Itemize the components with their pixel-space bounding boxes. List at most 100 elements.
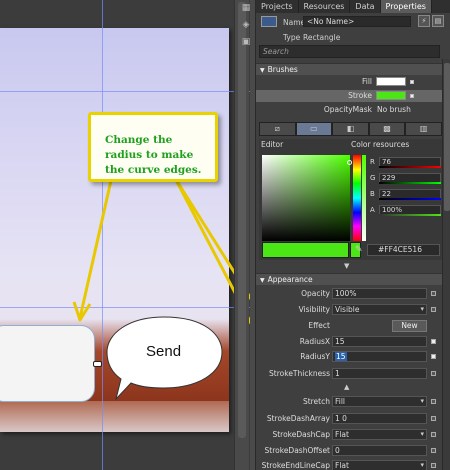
strokeendlinecap-advanced-icon[interactable] [431,463,436,468]
opacity-field[interactable]: 100% [332,288,427,299]
prop-effect: Effect New [256,319,442,333]
properties-view-icon[interactable]: ▤ [432,15,444,27]
radius-handle[interactable] [93,361,102,367]
callout-text: Change the radius to make the curve edge… [105,134,202,176]
strokedashoffset-advanced-icon[interactable] [431,448,436,453]
b-slider[interactable] [379,198,441,200]
snap-icon[interactable]: ◈ [241,20,252,31]
prop-radiusx: RadiusX 15 [256,335,442,349]
current-color-swatch [262,242,349,258]
brush-row-fill[interactable]: Fill [256,76,442,88]
brush-row-stroke[interactable]: Stroke [256,90,442,102]
stroke-swatch[interactable] [376,91,406,100]
saturation-value-picker[interactable] [262,155,352,241]
stroke-label: Stroke [348,91,372,100]
brushes-header-label: Brushes [267,65,298,74]
panel-tabs: Projects Resources Data Properties [256,0,450,13]
type-label: Type [283,33,301,42]
alpha-slider[interactable] [362,155,366,241]
strokedashoffset-field[interactable]: 0 [332,445,427,456]
radiusx-label: RadiusX [299,337,330,346]
b-label: B [370,190,375,198]
opacitymask-value: No brush [377,105,411,114]
color-picker-marker[interactable] [347,160,352,165]
appearance-header-label: Appearance [267,275,313,284]
type-value: Rectangle [303,33,341,42]
brush-row-opacitymask[interactable]: OpacityMask No brush [256,104,442,116]
strokedashcap-advanced-icon[interactable] [431,432,436,437]
fill-label: Fill [361,77,372,86]
guide-horizontal-top [0,91,250,92]
collapse-triangle-icon: ▼ [260,277,265,284]
radiusy-label: RadiusY [300,352,330,361]
events-icon[interactable]: ⚡ [418,15,430,27]
prop-strokeendlinecap: StrokeEndLineCap Flat [256,459,442,470]
properties-panel: Projects Resources Data Properties Name … [255,0,450,470]
tab-data[interactable]: Data [350,0,381,13]
resource-brush-icon[interactable]: ▥ [405,122,442,136]
radiusy-advanced-icon[interactable] [431,354,436,359]
brushes-section-header[interactable]: ▼ Brushes [256,63,442,75]
radiusx-advanced-icon[interactable] [431,339,436,344]
radiusx-field[interactable]: 15 [332,336,427,347]
strokethickness-advanced-icon[interactable] [431,371,436,376]
canvas-vertical-scrollbar[interactable] [234,0,249,470]
prop-strokedasharray: StrokeDashArray 1 0 [256,412,442,426]
effect-new-button[interactable]: New [392,320,427,332]
expander-up-icon[interactable]: ▲ [344,383,349,391]
tab-resources[interactable]: Resources [299,0,351,13]
strokedasharray-field[interactable]: 1 0 [332,413,427,424]
hex-color-field[interactable]: #FF4CE516 [367,244,440,256]
stroke-advanced-icon[interactable] [410,94,414,98]
visibility-dropdown[interactable]: Visible [332,304,427,315]
name-field[interactable]: <No Name> [303,16,411,27]
fill-swatch[interactable] [376,77,406,86]
prop-opacity: Opacity 100% [256,287,442,301]
visibility-label: Visibility [298,305,330,314]
radiusy-field[interactable]: 15 [332,351,427,362]
strokedashcap-label: StrokeDashCap [272,430,330,439]
selected-rectangle[interactable] [0,325,95,402]
strokeendlinecap-label: StrokeEndLineCap [261,461,330,470]
stretch-dropdown[interactable]: Fill [332,396,427,407]
r-slider[interactable] [379,166,441,168]
speech-bubble-label: Send [146,343,182,360]
panel-scrollbar-thumb[interactable] [444,63,450,211]
strokedasharray-advanced-icon[interactable] [431,416,436,421]
name-label: Name [283,18,306,27]
eyedropper-icon[interactable]: ✎ [355,245,363,255]
gradient-brush-icon[interactable]: ◧ [332,122,369,136]
panel-toolstrip: ▦ ◈ ▣ [238,0,254,60]
radiusy-selected-text: 15 [335,352,347,361]
a-slider[interactable] [379,214,441,216]
channel-g: G 229 [370,173,441,184]
editor-tab[interactable]: Editor [261,140,283,149]
strokedashcap-dropdown[interactable]: Flat [332,429,427,440]
strokeendlinecap-dropdown[interactable]: Flat [332,460,427,470]
brush-type-tabs: ⧄ ▭ ◧ ▩ ▥ [259,122,442,136]
stretch-advanced-icon[interactable] [431,399,436,404]
no-brush-icon[interactable]: ⧄ [259,122,296,136]
tile-brush-icon[interactable]: ▩ [368,122,406,136]
hue-slider[interactable] [353,155,361,241]
opacity-advanced-icon[interactable] [431,291,436,296]
search-input[interactable]: Search [259,45,440,58]
appearance-section-header[interactable]: ▼ Appearance [256,273,442,285]
solid-brush-icon[interactable]: ▭ [295,122,333,136]
scrollbar-thumb[interactable] [238,2,246,438]
pin-icon[interactable]: ▣ [241,37,252,48]
guide-vertical [102,0,103,470]
g-slider[interactable] [379,182,441,184]
expander-down-icon[interactable]: ▼ [344,262,349,270]
fill-advanced-icon[interactable] [410,80,414,84]
tab-projects[interactable]: Projects [256,0,299,13]
prop-stretch: Stretch Fill [256,395,442,409]
grid-icon[interactable]: ▦ [241,3,252,14]
prop-strokedashoffset: StrokeDashOffset 0 [256,444,442,458]
strokethickness-field[interactable]: 1 [332,368,427,379]
design-canvas[interactable]: Change the radius to make the curve edge… [0,0,250,470]
tab-properties[interactable]: Properties [380,0,432,13]
visibility-advanced-icon[interactable] [431,307,436,312]
panel-vertical-scrollbar[interactable] [442,59,450,470]
color-resources-tab[interactable]: Color resources [351,140,409,149]
